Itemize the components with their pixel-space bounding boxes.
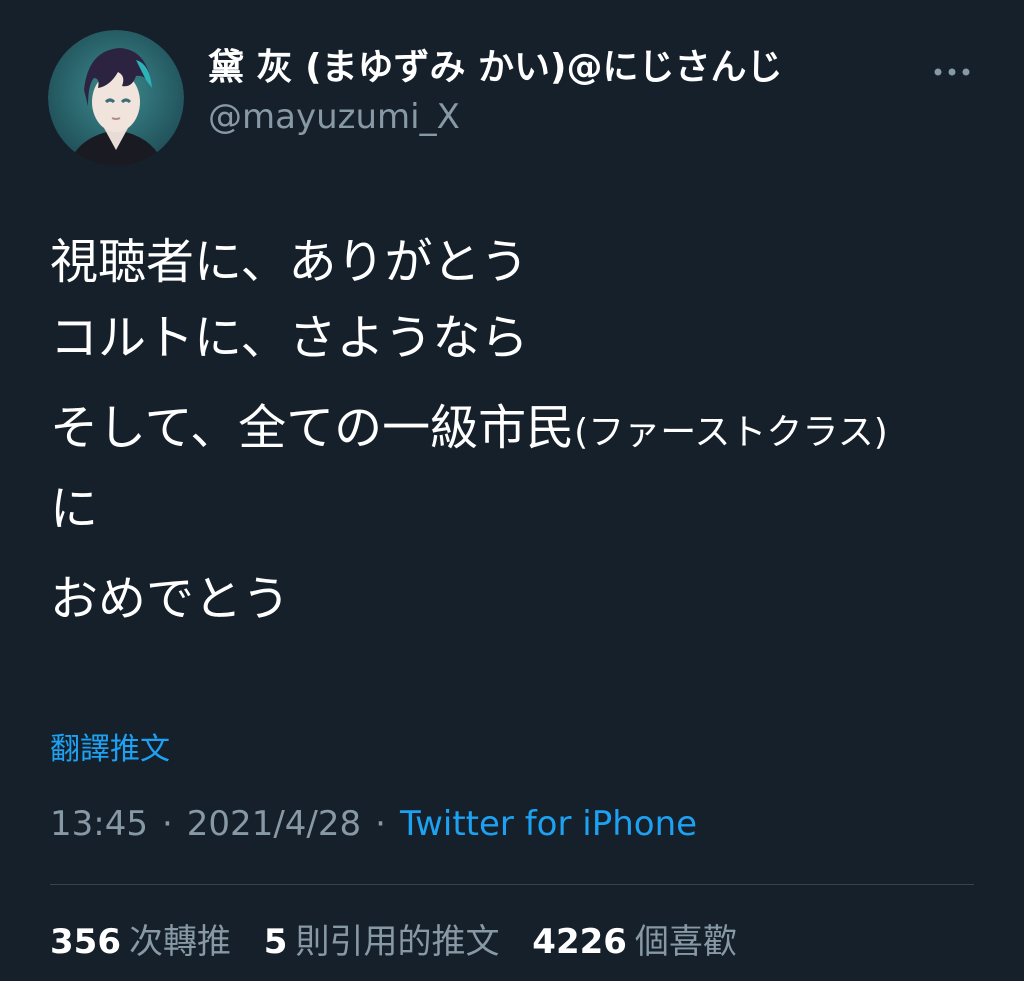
- tweet-meta: 13:45 · 2021/4/28 · Twitter for iPhone: [50, 804, 697, 844]
- quote-count[interactable]: 5 則引用的推文: [264, 914, 500, 963]
- more-options-button[interactable]: [932, 60, 972, 84]
- tweet-line: 視聴者に、ありがとう: [50, 234, 529, 290]
- tweet-line-part: そして、全ての一級市民: [50, 400, 575, 456]
- like-number: 4226: [532, 922, 627, 962]
- tweet-header: 黛 灰 (まゆずみ かい)@にじさんじ @mayuzumi_X: [48, 30, 978, 170]
- tweet-line: コルトに、さようなら: [50, 310, 529, 366]
- user-names[interactable]: 黛 灰 (まゆずみ かい)@にじさんじ @mayuzumi_X: [208, 44, 783, 140]
- quote-label: 則引用的推文: [295, 922, 500, 962]
- tweet-line: おめでとう: [50, 571, 291, 627]
- tweet-line: そして、全ての一級市民(ファーストクラス): [50, 390, 980, 471]
- meta-separator: ·: [375, 804, 386, 844]
- tweet-detail: 黛 灰 (まゆずみ かい)@にじさんじ @mayuzumi_X 視聴者に、ありが…: [0, 0, 1024, 981]
- display-name: 黛 灰 (まゆずみ かい)@にじさんじ: [208, 47, 783, 88]
- meta-separator: ·: [161, 804, 173, 844]
- tweet-source-link[interactable]: Twitter for iPhone: [400, 804, 697, 844]
- user-handle: @mayuzumi_X: [208, 97, 460, 137]
- tweet-time[interactable]: 13:45: [50, 804, 148, 844]
- quote-number: 5: [263, 922, 288, 962]
- retweet-count[interactable]: 356 次轉推: [50, 914, 231, 963]
- more-horizontal-icon: [934, 68, 970, 76]
- retweet-number: 356: [50, 922, 121, 962]
- retweet-label: 次轉推: [128, 922, 231, 962]
- tweet-date[interactable]: 2021/4/28: [187, 804, 361, 844]
- like-label: 個喜歡: [634, 922, 737, 962]
- tweet-stats: 356 次轉推 5 則引用的推文 4226 個喜歡: [50, 914, 759, 963]
- avatar[interactable]: [48, 30, 184, 166]
- divider: [50, 884, 974, 885]
- tweet-line: に: [50, 481, 99, 537]
- like-count[interactable]: 4226 個喜歡: [532, 914, 737, 963]
- tweet-text: 視聴者に、ありがとう コルトに、さようなら そして、全ての一級市民(ファーストク…: [50, 224, 980, 637]
- translate-tweet-link[interactable]: 翻譯推文: [50, 724, 170, 768]
- tweet-line-ruby: (ファーストクラス): [574, 412, 888, 453]
